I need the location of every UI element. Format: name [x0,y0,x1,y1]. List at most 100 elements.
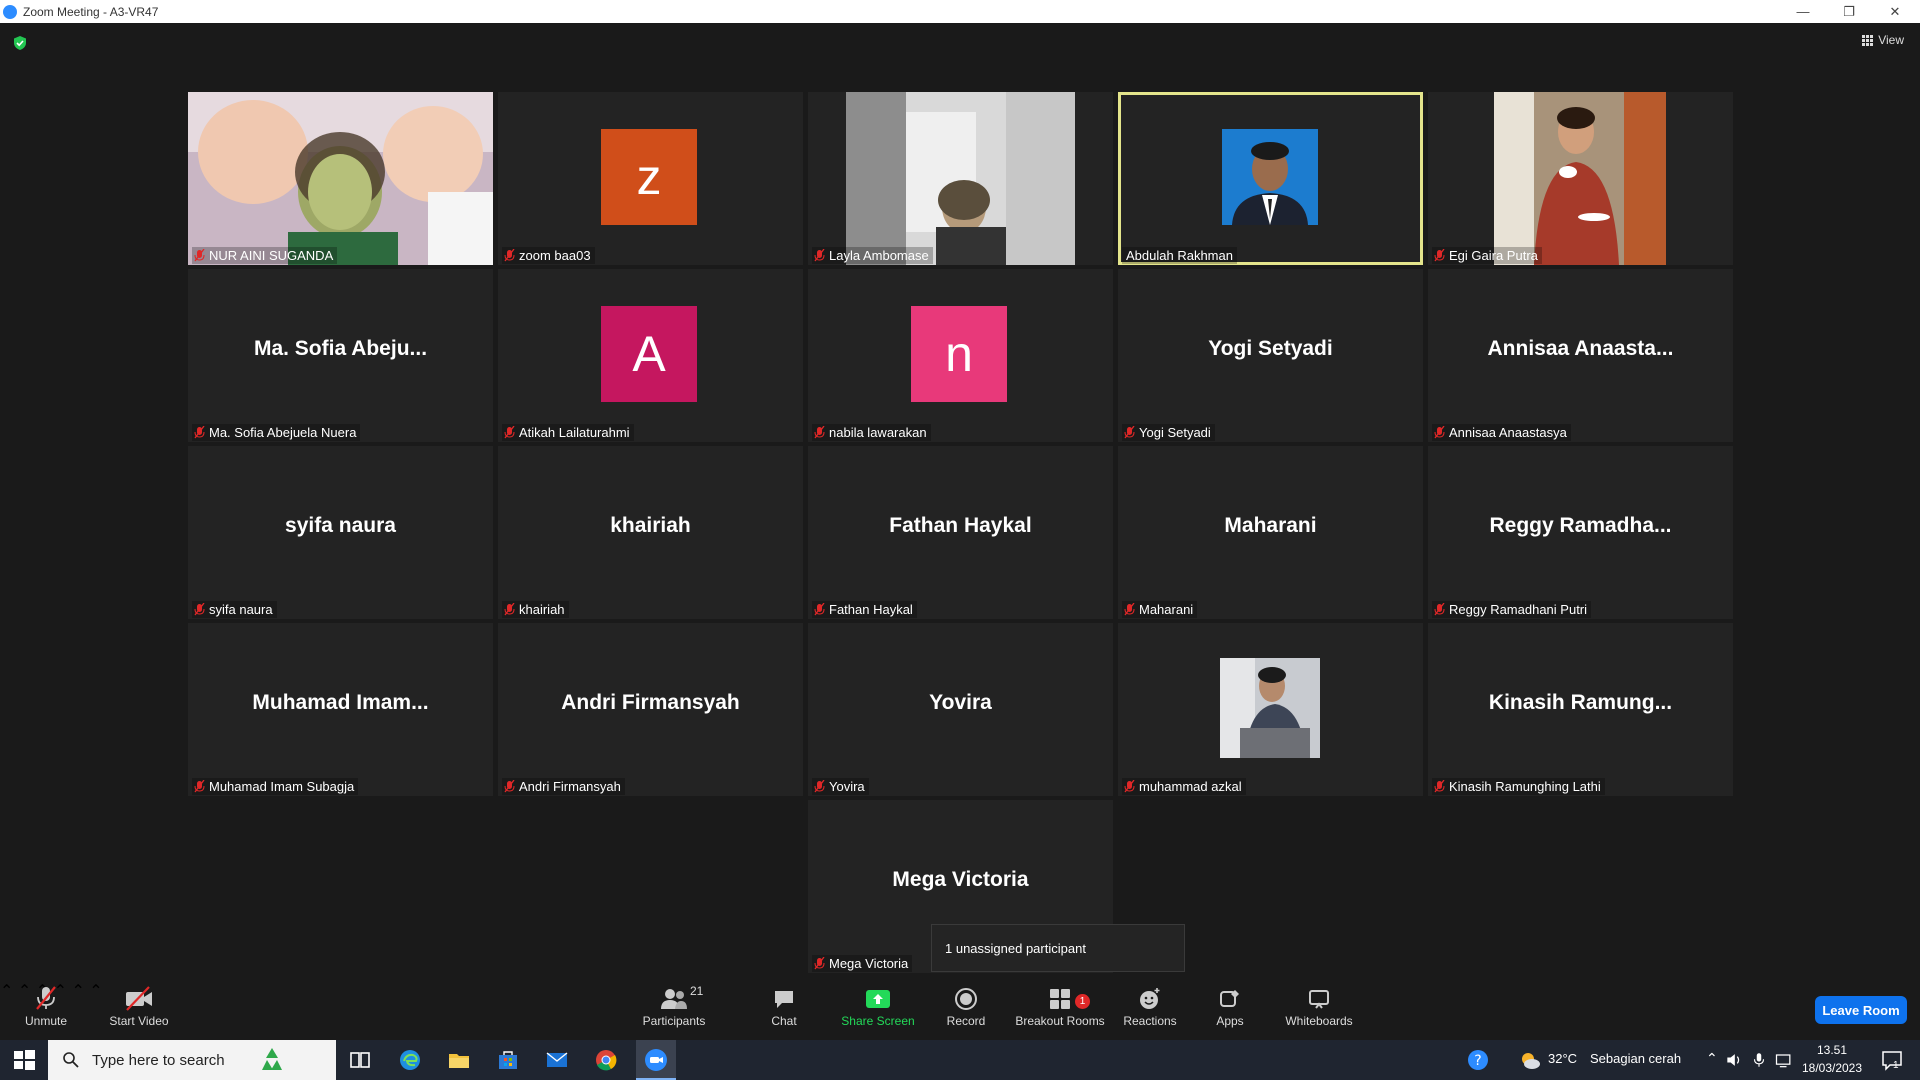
clock-date[interactable]: 18/03/2023 [1800,1061,1864,1075]
task-view-icon[interactable] [348,1048,372,1072]
encryption-shield-icon[interactable] [12,35,28,51]
participant-name-label: syifa naura [192,601,277,618]
clock-time[interactable]: 13.51 [1804,1043,1860,1057]
search-placeholder: Type here to search [92,1051,225,1069]
search-icon [63,1052,79,1068]
mic-muted-icon [504,780,515,793]
participants-icon [661,989,687,1009]
participant-avatar: n [911,306,1007,402]
weather-temperature[interactable]: 32°C [1548,1051,1577,1066]
participant-display-name: syifa naura [285,514,396,537]
network-icon[interactable] [1774,1048,1794,1072]
participant-tile[interactable]: muhammad azkal [1118,623,1423,796]
mic-muted-icon [1434,426,1445,439]
participant-display-name: Muhamad Imam... [252,691,429,714]
record-label: Record [946,1014,986,1028]
participant-display-name: Ma. Sofia Abeju... [253,337,428,360]
participant-display-name: khairiah [610,514,691,537]
participant-tile[interactable]: Ma. Sofia Abeju... Ma. Sofia Abejuela Nu… [188,269,493,442]
volume-icon[interactable] [1724,1048,1744,1072]
participant-tile[interactable]: Egi Gaira Putra [1428,92,1733,265]
mic-muted-icon [1124,426,1135,439]
microphone-icon[interactable] [1750,1048,1768,1072]
notification-center-icon[interactable] [1880,1048,1904,1072]
participant-tile[interactable]: syifa naura syifa naura [188,446,493,619]
zoom-taskbar-item[interactable] [636,1040,676,1080]
breakout-rooms-button[interactable]: 1 Breakout Rooms [1012,981,1108,1039]
audio-options-caret-icon[interactable]: ⌃ [0,983,13,1000]
share-screen-button[interactable]: Share Screen [838,981,918,1039]
tray-chevron-up-icon[interactable]: ⌃ [1706,1050,1718,1067]
apps-icon [1220,990,1239,1007]
unmute-button[interactable]: Unmute [14,981,78,1039]
participant-tile[interactable]: A Atikah Lailaturahmi [498,269,803,442]
notification-count: 1 [1893,1060,1899,1071]
participant-tile[interactable]: Yogi Setyadi Yogi Setyadi [1118,269,1423,442]
minimize-button[interactable]: — [1780,0,1826,23]
windows-start-icon[interactable] [12,1048,36,1072]
participant-name-label: khairiah [502,601,569,618]
participant-name-label: nabila lawarakan [812,424,931,441]
mic-muted-icon [1434,780,1445,793]
participant-name-label: Abdulah Rakhman [1122,247,1237,264]
participant-tile[interactable]: Reggy Ramadha... Reggy Ramadhani Putri [1428,446,1733,619]
participant-tile[interactable]: Andri Firmansyah Andri Firmansyah [498,623,803,796]
unassigned-participant-popup[interactable]: 1 unassigned participant [931,924,1185,972]
participant-name-label: NUR AINI SUGANDA [192,247,338,264]
share-screen-icon [866,990,890,1008]
start-video-button[interactable]: Start Video [104,981,174,1039]
mic-muted-icon [194,426,205,439]
mic-muted-icon [504,603,515,616]
participant-name-label: Yovira [812,778,869,795]
chat-button[interactable]: Chat [760,981,808,1039]
record-button[interactable]: Record [940,981,992,1039]
file-explorer-icon[interactable] [447,1048,471,1072]
participant-tile[interactable]: Kinasih Ramung... Kinasih Ramunghing Lat… [1428,623,1733,796]
participant-tile[interactable]: Fathan Haykal Fathan Haykal [808,446,1113,619]
participant-name-label: zoom baa03 [502,247,595,264]
participant-avatar: A [601,306,697,402]
reactions-button[interactable]: Reactions [1120,981,1180,1039]
participant-tile-active-speaker[interactable]: Abdulah Rakhman [1118,92,1423,265]
video-gallery: View NUR AINI SUGANDA z zoom baa03 Layla… [0,23,1920,981]
mic-muted-icon [814,249,825,262]
participant-tile[interactable]: Annisaa Anaasta... Annisaa Anaastasya [1428,269,1733,442]
help-icon[interactable]: ? [1466,1048,1490,1072]
weather-description[interactable]: Sebagian cerah [1590,1051,1681,1066]
chrome-browser-icon[interactable] [594,1048,618,1072]
leave-room-button[interactable]: Leave Room [1815,996,1907,1024]
breakout-rooms-label: Breakout Rooms [1015,1014,1105,1028]
microsoft-store-icon[interactable] [496,1048,520,1072]
participant-video [846,92,1075,265]
weather-partly-sunny-icon[interactable] [1518,1048,1542,1072]
taskbar-search[interactable]: Type here to search [48,1040,336,1080]
participant-tile[interactable]: khairiah khairiah [498,446,803,619]
apps-button[interactable]: Apps [1208,981,1252,1039]
participants-button[interactable]: 21 Participants [638,981,710,1039]
participant-tile[interactable]: NUR AINI SUGANDA [188,92,493,265]
whiteboard-options-caret-icon[interactable]: ⌃ [89,983,102,1000]
participant-tile[interactable]: Muhamad Imam... Muhamad Imam Subagja [188,623,493,796]
restore-button[interactable]: ❐ [1826,0,1872,23]
participant-avatar-photo [1220,658,1320,758]
whiteboard-icon [1309,990,1329,1009]
record-icon [955,988,977,1010]
participant-tile[interactable]: n nabila lawarakan [808,269,1113,442]
close-button[interactable]: ✕ [1872,0,1918,23]
mail-icon[interactable] [545,1048,569,1072]
participant-tile[interactable]: Layla Ambomase [808,92,1113,265]
participant-display-name: Yovira [929,691,992,714]
whiteboards-button[interactable]: Whiteboards [1282,981,1356,1039]
participant-name-label: Layla Ambomase [812,247,933,264]
participant-avatar-photo [1222,129,1318,225]
participant-name-label: Andri Firmansyah [502,778,625,795]
participant-display-name: Fathan Haykal [889,514,1032,537]
edge-browser-icon[interactable] [398,1048,422,1072]
view-button[interactable]: View [1862,33,1904,47]
grid-view-icon [1862,34,1874,46]
reactions-label: Reactions [1123,1014,1177,1028]
participant-tile[interactable]: Yovira Yovira [808,623,1113,796]
participant-tile[interactable]: Maharani Maharani [1118,446,1423,619]
participant-tile[interactable]: z zoom baa03 [498,92,803,265]
svg-text:?: ? [1474,1053,1481,1069]
